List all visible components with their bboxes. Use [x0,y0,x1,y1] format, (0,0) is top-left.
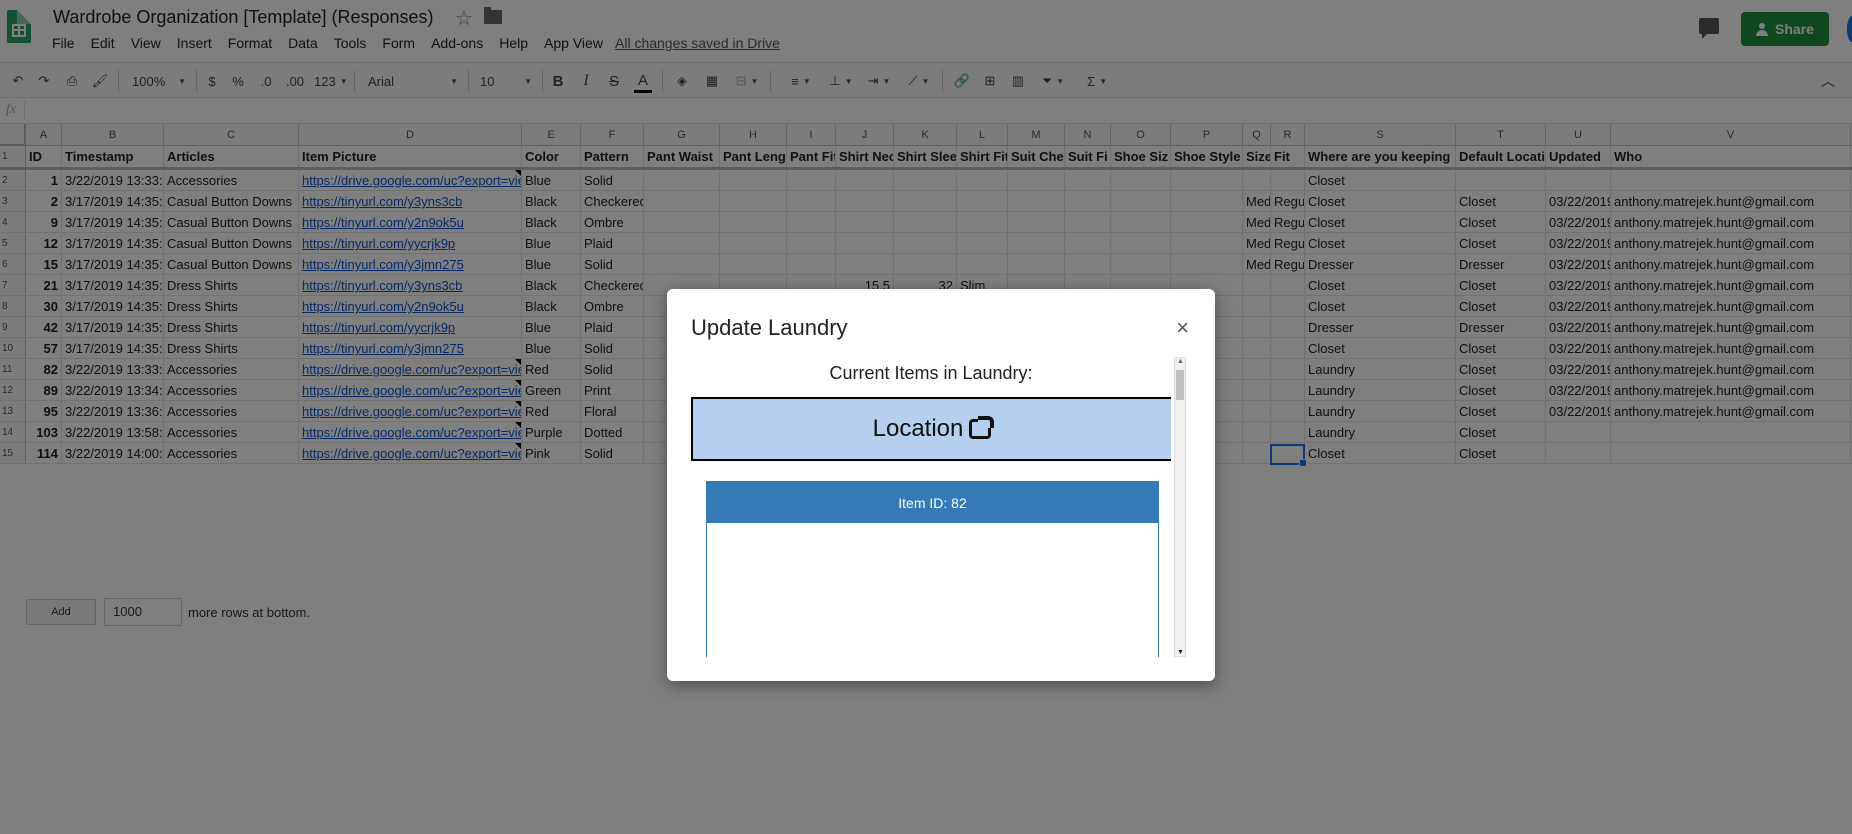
close-icon[interactable]: × [1176,315,1189,341]
laundry-heading: Current Items in Laundry: [829,363,1033,383]
scroll-thumb[interactable] [1176,370,1184,400]
update-laundry-dialog: Update Laundry × Current Items in Laundr… [667,289,1215,681]
dialog-title: Update Laundry [691,315,848,340]
scroll-down-icon[interactable]: ▼ [1177,649,1184,656]
external-share-icon [969,416,995,439]
laundry-item-card: Item ID: 82 [706,481,1159,657]
location-label: Location [872,415,964,442]
location-button[interactable]: Location [691,397,1171,461]
item-card-header[interactable]: Item ID: 82 [707,482,1158,523]
scroll-up-icon[interactable]: ▲ [1177,358,1184,365]
dialog-scrollbar[interactable]: ▲ ▼ [1174,357,1186,657]
dialog-body: Current Items in Laundry: Location Item … [691,357,1171,657]
